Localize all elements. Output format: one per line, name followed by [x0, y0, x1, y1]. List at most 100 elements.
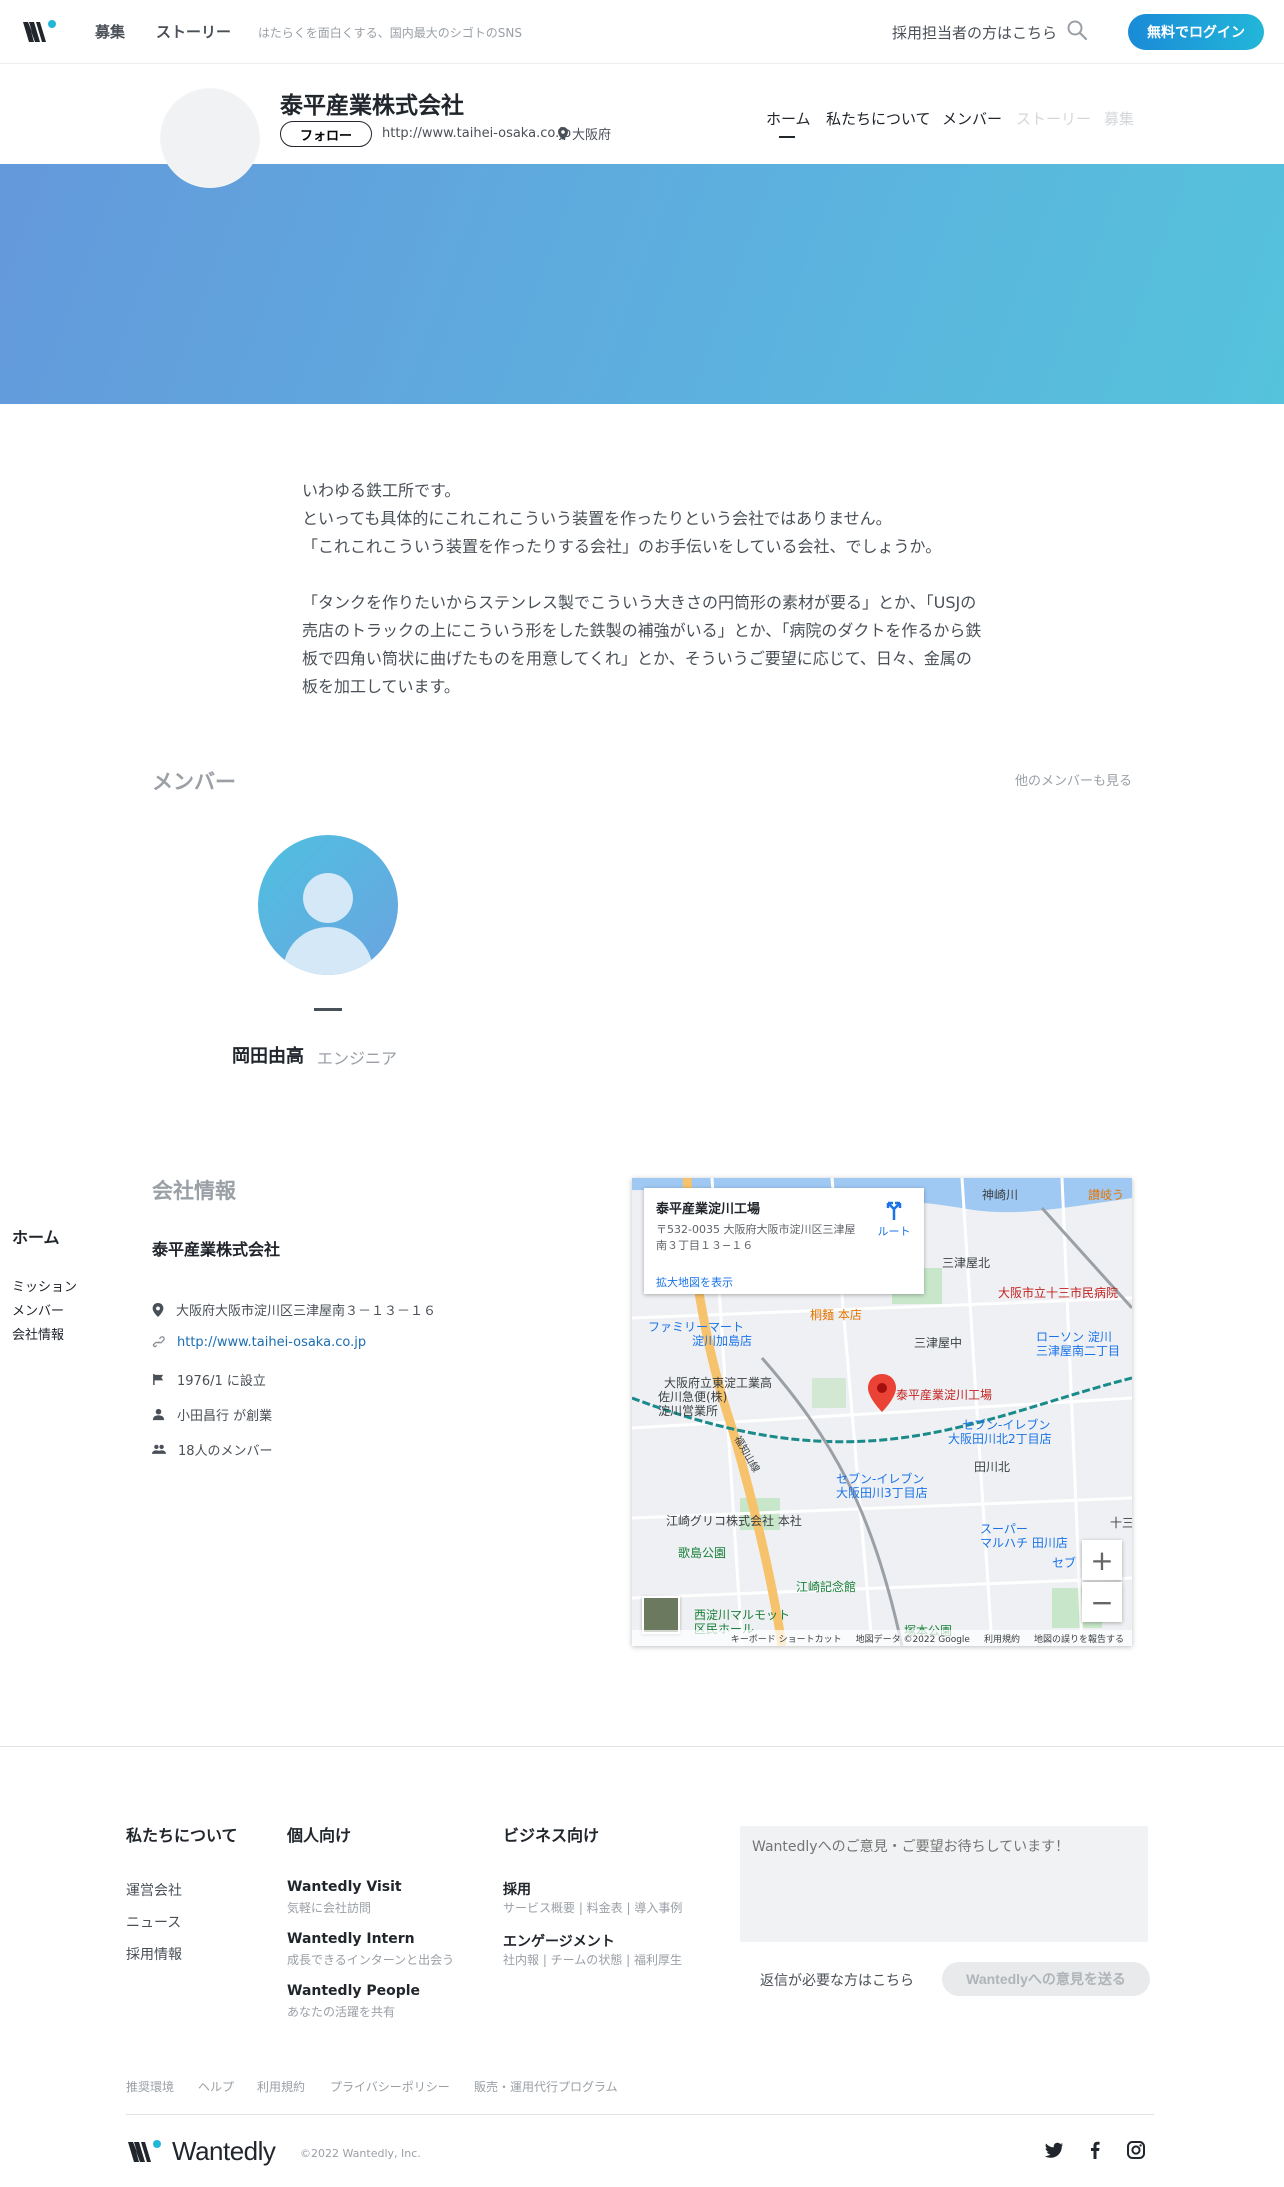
- info-company-name: 泰平産業株式会社: [152, 1240, 281, 1259]
- tab-members[interactable]: メンバー: [942, 108, 1002, 129]
- map-satellite-toggle[interactable]: [642, 1596, 680, 1634]
- feedback-input[interactable]: [740, 1826, 1148, 1942]
- info-address-row: 大阪府大阪市淀川区三津屋南３－１３－１６: [152, 1300, 436, 1319]
- recruiter-link[interactable]: 採用担当者の方はこちら: [892, 22, 1057, 43]
- map-zoom-out-button[interactable]: −: [1082, 1582, 1122, 1622]
- follow-button[interactable]: フォロー: [280, 121, 372, 147]
- location-pin-icon: [152, 1302, 164, 1317]
- footer-intern-title[interactable]: Wantedly Intern: [287, 1931, 415, 1947]
- sidenav-company-info[interactable]: 会社情報: [12, 1324, 64, 1343]
- member-role: エンジニア: [317, 1049, 398, 1068]
- map-place-title: 泰平産業淀川工場: [656, 1202, 761, 1217]
- map-label-hospital: 大阪市立十三市民病院: [998, 1286, 1119, 1300]
- info-members-row: 18人のメンバー: [152, 1440, 273, 1459]
- footer-bottom-privacy[interactable]: プライバシーポリシー: [330, 2078, 450, 2095]
- directions-icon: [886, 1201, 902, 1220]
- tab-home[interactable]: ホーム: [766, 108, 811, 129]
- footer-intern-sub: 成長できるインターンと出会う: [287, 1953, 455, 1967]
- sidenav-mission[interactable]: ミッション: [12, 1276, 77, 1295]
- map-label-seven1b: 大阪田川北2丁目店: [948, 1432, 1052, 1446]
- footer-hiring-title[interactable]: 採用: [503, 1879, 531, 1899]
- footer-col3-title: ビジネス向け: [503, 1826, 600, 1845]
- flag-icon: [153, 1373, 164, 1386]
- footer-link-company[interactable]: 運営会社: [126, 1880, 182, 1900]
- description-para-1: いわゆる鉄工所です。 といっても具体的にこれこれこういう装置を作ったりという会社…: [302, 481, 942, 556]
- avatar-head-icon: [303, 873, 353, 923]
- footer-engagement-title[interactable]: エンゲージメント: [503, 1931, 615, 1951]
- footer-visit-title[interactable]: Wantedly Visit: [287, 1879, 402, 1895]
- map-label-seven3: セブ: [1052, 1556, 1077, 1570]
- send-feedback-button[interactable]: Wantedlyへの意見を送る: [942, 1962, 1150, 1996]
- map-footer: キーボード ショートカット 地図データ ©2022 Google 利用規約 地図…: [632, 1630, 1132, 1646]
- footer-link-news[interactable]: ニュース: [126, 1912, 181, 1932]
- footer-brand-name: Wantedly: [172, 2136, 276, 2166]
- search-icon[interactable]: [1066, 19, 1088, 41]
- footer-visit-sub: 気軽に会社訪問: [287, 1901, 372, 1915]
- info-url[interactable]: http://www.taihei-osaka.co.jp: [177, 1335, 366, 1350]
- map-label-mitsuya-kita: 三津屋北: [942, 1256, 991, 1270]
- avatar-body-icon: [283, 927, 373, 975]
- nav-stories[interactable]: ストーリー: [156, 21, 231, 42]
- map-label-mitsuya-naka: 三津屋中: [914, 1336, 963, 1350]
- footer-divider-2: [126, 2114, 1154, 2115]
- footer-bottom-terms[interactable]: 利用規約: [257, 2078, 305, 2095]
- cover-image: [0, 164, 1284, 404]
- map-place-address: 〒532-0035 大阪府大阪市淀川区三津屋南３丁目１３−１６: [656, 1223, 856, 1252]
- map-marker-icon[interactable]: [868, 1374, 896, 1412]
- wantedly-logo-icon: [128, 2139, 161, 2162]
- map-footer-shortcuts[interactable]: キーボード ショートカット: [731, 1632, 842, 1645]
- company-location: 大阪府: [558, 124, 611, 143]
- reply-needed-link[interactable]: 返信が必要な方はこちら: [760, 1970, 914, 1990]
- tagline: はたらくを面白くする、国内最大のシゴトのSNS: [258, 26, 522, 40]
- footer-engagement-sub: 社内報 | チームの状態 | 福利厚生: [503, 1953, 682, 1967]
- footer-link-careers[interactable]: 採用情報: [126, 1944, 182, 1964]
- map-enlarge-link[interactable]: 拡大地図を表示: [656, 1274, 733, 1290]
- map-label-super2: マルハチ 田川店: [980, 1536, 1068, 1550]
- map-footer-data: 地図データ ©2022 Google: [855, 1634, 970, 1645]
- footer-hiring-sub: サービス概要 | 料金表 | 導入事例: [503, 1901, 683, 1915]
- facebook-icon[interactable]: [1085, 2140, 1105, 2160]
- tab-about[interactable]: 私たちについて: [826, 108, 931, 129]
- map-label-utajima: 歌島公園: [678, 1546, 727, 1560]
- map-route-button[interactable]: ルート: [872, 1198, 916, 1239]
- active-tab-indicator: [779, 136, 795, 138]
- instagram-icon[interactable]: [1126, 2140, 1146, 2160]
- map-footer-report[interactable]: 地図の誤りを報告する: [1034, 1632, 1124, 1645]
- company-info-title: 会社情報: [152, 1179, 236, 1203]
- footer-col1-title: 私たちについて: [126, 1826, 238, 1845]
- see-more-members-link[interactable]: 他のメンバーも見る: [1015, 770, 1132, 789]
- copyright: ©2022 Wantedly, Inc.: [300, 2147, 421, 2160]
- footer-logo[interactable]: Wantedly: [126, 2136, 276, 2167]
- tab-jobs: 募集: [1104, 110, 1135, 128]
- login-button[interactable]: 無料でログイン: [1128, 14, 1264, 50]
- sidenav-home[interactable]: ホーム: [12, 1224, 60, 1248]
- nav-jobs[interactable]: 募集: [95, 21, 125, 42]
- twitter-icon[interactable]: [1044, 2140, 1064, 2160]
- map-label-kirimen: 桐麺 本店: [810, 1308, 862, 1322]
- member-name[interactable]: 岡田由高: [232, 1042, 304, 1068]
- info-founder-row: 小田昌行 が創業: [152, 1405, 272, 1424]
- link-icon: [152, 1336, 165, 1348]
- footer-bottom-env[interactable]: 推奨環境: [126, 2078, 174, 2095]
- map-label-lawson2: 三津屋南二丁目: [1036, 1344, 1121, 1358]
- footer-bottom-help[interactable]: ヘルプ: [198, 2078, 234, 2095]
- footer-people-sub: あなたの活躍を共有: [287, 2005, 396, 2019]
- map-footer-terms[interactable]: 利用規約: [984, 1632, 1020, 1645]
- map-label-seven2b: 大阪田川3丁目店: [836, 1486, 928, 1500]
- google-map[interactable]: 泰平産業淀川工場 〒532-0035 大阪府大阪市淀川区三津屋南３丁目１３−１６…: [632, 1178, 1132, 1646]
- top-nav: 募集 ストーリー はたらくを面白くする、国内最大のシゴトのSNS 採用担当者の方…: [0, 0, 1284, 64]
- footer-bottom-agency[interactable]: 販売・運用代行プログラム: [474, 2078, 618, 2095]
- info-url-row: http://www.taihei-osaka.co.jp: [152, 1335, 366, 1350]
- map-label-tagawa-kita: 田川北: [974, 1460, 1011, 1474]
- company-avatar: [160, 88, 260, 188]
- company-url[interactable]: http://www.taihei-osaka.co.jp: [382, 126, 571, 141]
- map-zoom-in-button[interactable]: +: [1082, 1540, 1122, 1580]
- map-info-card: 泰平産業淀川工場 〒532-0035 大阪府大阪市淀川区三津屋南３丁目１３−１６…: [644, 1188, 924, 1294]
- company-name: 泰平産業株式会社: [280, 93, 464, 119]
- member-avatar[interactable]: [258, 835, 398, 975]
- people-icon: [152, 1444, 166, 1454]
- wantedly-logo-icon[interactable]: [22, 18, 58, 46]
- sidenav-members[interactable]: メンバー: [12, 1300, 64, 1319]
- footer-people-title[interactable]: Wantedly People: [287, 1983, 420, 1999]
- map-label-famima2: 淀川加島店: [692, 1334, 753, 1348]
